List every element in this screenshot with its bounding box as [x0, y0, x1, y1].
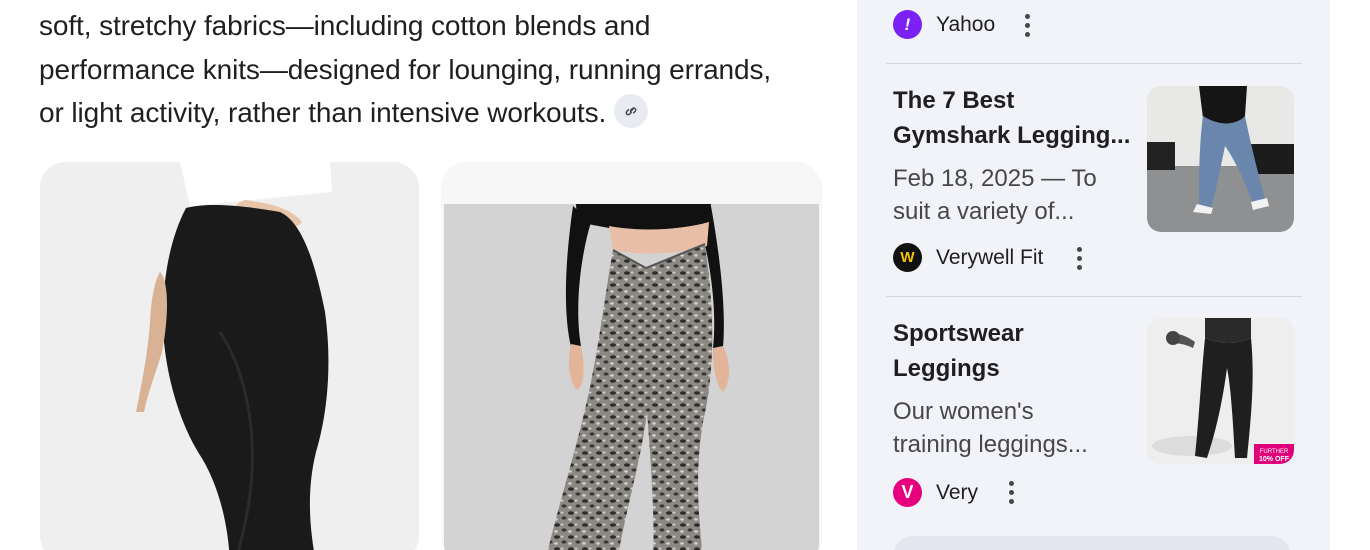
more-options-button[interactable]	[1002, 477, 1020, 507]
source-very[interactable]: V Very	[893, 478, 978, 507]
more-vertical-icon	[1008, 480, 1014, 486]
result-snippet-line: suit a variety of...	[893, 198, 1075, 225]
result-thumbnail-gymshark[interactable]	[1147, 86, 1294, 232]
more-vertical-icon-dot	[1008, 489, 1014, 495]
result-snippet-line: training leggings...	[893, 431, 1088, 458]
more-options-button[interactable]	[1018, 10, 1036, 40]
result-snippet: Feb 18, 2025 — To suit a variety of...	[893, 162, 1133, 228]
more-options-button[interactable]	[1070, 243, 1088, 273]
gymshark-leggings-image	[1147, 86, 1294, 232]
source-name: Verywell Fit	[936, 245, 1044, 269]
result-thumbnail-very[interactable]: FURTHER 10% OFF	[1147, 318, 1294, 464]
promo-badge-line: 10% OFF	[1259, 456, 1290, 463]
sportswear-leggings-image: FURTHER 10% OFF	[1147, 318, 1294, 464]
source-link-button[interactable]	[614, 93, 649, 128]
result-snippet: Our women's training leggings...	[893, 395, 1133, 461]
source-verywell-fit[interactable]: W Verywell Fit	[893, 243, 1043, 272]
result-title-line: Gymshark Legging...	[893, 121, 1131, 149]
source-name: Very	[936, 480, 979, 504]
more-vertical-icon-dot	[1008, 498, 1014, 504]
more-vertical-icon	[1076, 246, 1082, 252]
image-card-leopard-leggings[interactable]	[441, 162, 822, 550]
answer-line: or light activity, rather than intensive…	[39, 91, 839, 135]
yahoo-logo-icon: !	[893, 10, 922, 39]
result-title-line: Sportswear	[893, 320, 1024, 347]
result-snippet-line: Our women's	[893, 398, 1034, 425]
leopard-leggings-image	[441, 162, 822, 550]
verywell-fit-logo-icon: W	[893, 243, 922, 272]
more-vertical-icon-dot	[1024, 31, 1030, 37]
link-icon	[625, 106, 637, 115]
more-vertical-icon	[1024, 13, 1030, 19]
answer-line: soft, stretchy fabrics—including cotton …	[39, 10, 651, 41]
very-logo-icon: V	[893, 478, 922, 507]
result-title[interactable]: Sportswear Leggings	[893, 317, 1138, 386]
result-title[interactable]: The 7 Best Gymshark Legging...	[893, 84, 1138, 153]
sources-panel	[857, 0, 1330, 550]
source-yahoo[interactable]: ! Yahoo	[893, 10, 995, 39]
result-title-line: The 7 Best	[893, 87, 1015, 114]
image-card-black-leggings[interactable]	[40, 162, 419, 550]
more-vertical-icon-dot	[1076, 255, 1082, 261]
promo-badge-line: FURTHER	[1260, 449, 1289, 455]
result-snippet-line: Feb 18, 2025 — To	[893, 165, 1097, 192]
source-name: Yahoo	[936, 12, 996, 36]
result-title-line: Leggings	[893, 354, 1000, 382]
black-leggings-image	[40, 162, 419, 550]
more-vertical-icon-dot	[1024, 22, 1030, 28]
result-divider	[886, 296, 1302, 297]
answer-line: performance knits—designed for lounging,…	[39, 53, 772, 85]
answer-line-text: or light activity, rather than intensive…	[39, 97, 607, 128]
show-all-button[interactable]	[893, 536, 1291, 550]
result-divider	[886, 63, 1302, 64]
answer-text: soft, stretchy fabrics—including cotton …	[39, 4, 839, 135]
more-vertical-icon-dot	[1076, 264, 1082, 270]
